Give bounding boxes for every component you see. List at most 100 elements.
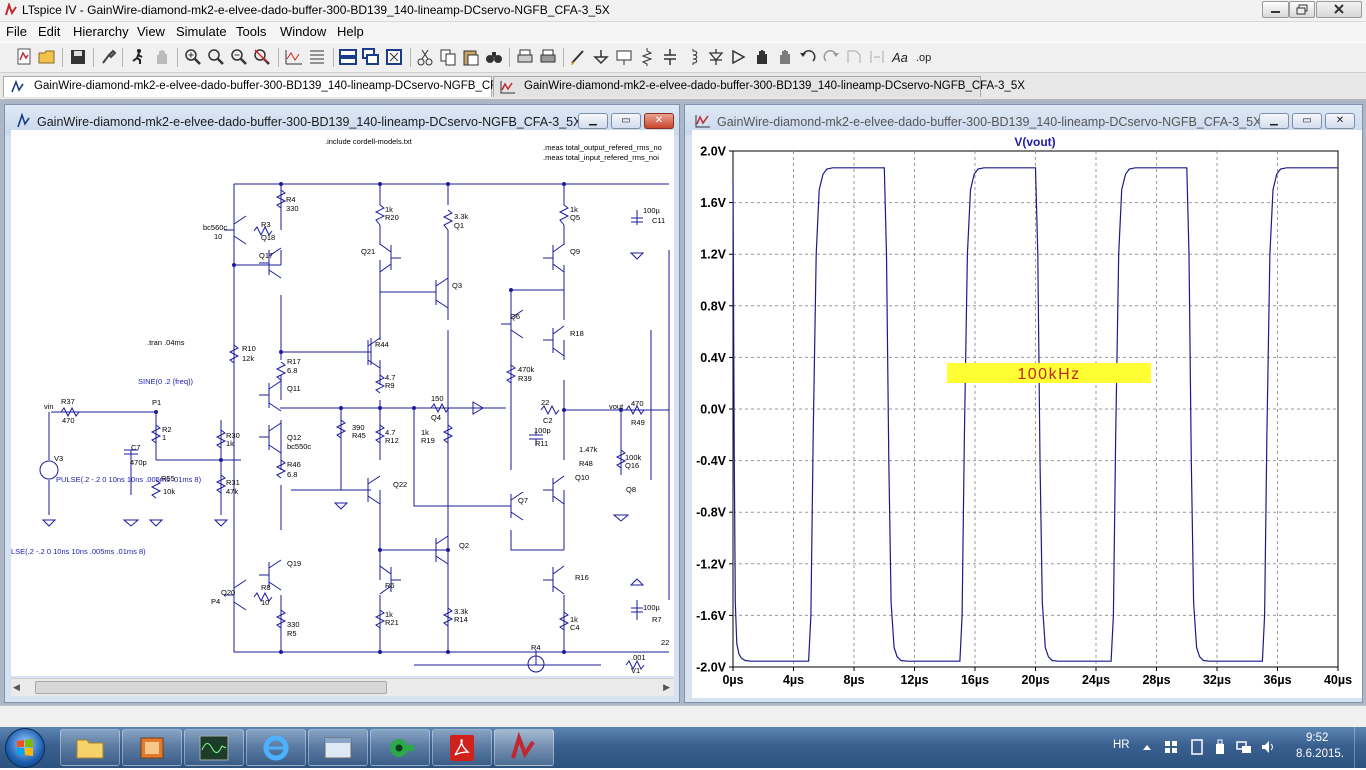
show-desktop-button[interactable]: [1354, 727, 1366, 768]
menu-edit[interactable]: Edit: [38, 24, 60, 39]
waveform-plot-pane[interactable]: 2.0V1.6V1.2V0.8V0.4V0.0V-0.4V-0.8V-1.2V-…: [692, 130, 1362, 698]
taskbar-ltspice[interactable]: [494, 729, 554, 766]
schematic-canvas[interactable]: .include cordell-models.txt.meas total_o…: [11, 130, 674, 676]
menu-tools[interactable]: Tools: [236, 24, 266, 39]
move-hand-icon[interactable]: [752, 47, 772, 67]
component-label: Q1: [454, 221, 464, 230]
volume-icon[interactable]: [1260, 739, 1276, 755]
tab-waveform[interactable]: GainWire-diamond-mk2-e-elvee-dado-buffer…: [493, 76, 981, 97]
label-net-icon[interactable]: [614, 47, 634, 67]
paste-icon[interactable]: [461, 47, 481, 67]
schematic-minimize-button[interactable]: ▁: [578, 113, 608, 129]
drag-hand-icon[interactable]: [775, 47, 795, 67]
waveform-minimize-button[interactable]: ▁: [1259, 113, 1289, 129]
find-icon[interactable]: [484, 47, 504, 67]
component-label: Q2: [459, 541, 469, 550]
taskbar-app-6[interactable]: [370, 729, 430, 766]
clock-date[interactable]: 8.6.2015.: [1296, 748, 1344, 760]
taskbar-app-2[interactable]: [122, 729, 182, 766]
schematic-drawing[interactable]: .include cordell-models.txt.meas total_o…: [11, 130, 674, 676]
taskbar-acrobat[interactable]: [432, 729, 492, 766]
y-axis-ticks: 2.0V1.6V1.2V0.8V0.4V0.0V-0.4V-0.8V-1.2V-…: [696, 145, 733, 675]
menu-window[interactable]: Window: [280, 24, 326, 39]
close-button[interactable]: [1316, 1, 1362, 18]
rotate-icon[interactable]: [844, 47, 864, 67]
clock-time[interactable]: 9:52: [1306, 732, 1328, 744]
restore-button[interactable]: [1289, 1, 1315, 18]
print-preview-icon[interactable]: [515, 47, 535, 67]
action-center-icon[interactable]: [1163, 739, 1179, 755]
schematic-horizontal-scrollbar[interactable]: ◀ ▶: [11, 678, 674, 696]
copy-icon[interactable]: [438, 47, 458, 67]
grid-icon[interactable]: [307, 47, 327, 67]
device-icon[interactable]: [1189, 739, 1205, 755]
schematic-maximize-button[interactable]: ▭: [611, 113, 641, 129]
taskbar-oscilloscope[interactable]: [184, 729, 244, 766]
component-icon[interactable]: [729, 47, 749, 67]
toolbar-separator: [122, 48, 123, 67]
component-label: vout: [609, 402, 624, 411]
usb-icon[interactable]: [1212, 739, 1228, 755]
zoom-fit-icon[interactable]: [252, 47, 272, 67]
taskbar-app-5[interactable]: [308, 729, 368, 766]
menu-view[interactable]: View: [137, 24, 165, 39]
run-icon[interactable]: [128, 47, 148, 67]
component-label: 100p: [534, 426, 551, 435]
zoom-in-icon[interactable]: [183, 47, 203, 67]
scroll-left-arrow[interactable]: ◀: [13, 682, 20, 693]
pan-icon[interactable]: [206, 47, 226, 67]
spice-directive-icon[interactable]: .op: [913, 47, 933, 67]
control-panel-icon[interactable]: [99, 47, 119, 67]
tab-schematic[interactable]: GainWire-diamond-mk2-e-elvee-dado-buffer…: [3, 76, 492, 97]
redo-icon[interactable]: [821, 47, 841, 67]
minimize-button[interactable]: [1262, 1, 1289, 18]
schematic-window-title: GainWire-diamond-mk2-e-elvee-dado-buffer…: [37, 115, 581, 129]
menu-help[interactable]: Help: [337, 24, 364, 39]
cut-icon[interactable]: [415, 47, 435, 67]
waveform-close-button[interactable]: ✕: [1325, 113, 1355, 129]
ground-icon[interactable]: [591, 47, 611, 67]
taskbar-internet-explorer[interactable]: [246, 729, 306, 766]
component-label: R12: [385, 436, 399, 445]
scroll-right-arrow[interactable]: ▶: [663, 682, 670, 693]
x-tick-label: 28µs: [1142, 673, 1170, 687]
waveform-chart[interactable]: 2.0V1.6V1.2V0.8V0.4V0.0V-0.4V-0.8V-1.2V-…: [692, 130, 1362, 698]
inductor-icon[interactable]: [683, 47, 703, 67]
menu-simulate[interactable]: Simulate: [176, 24, 227, 39]
resistor-icon[interactable]: [637, 47, 657, 67]
taskbar-explorer[interactable]: [60, 729, 120, 766]
component-label: R37: [61, 397, 75, 406]
undo-icon[interactable]: [798, 47, 818, 67]
waveform-maximize-button[interactable]: ▭: [1292, 113, 1322, 129]
capacitor-icon[interactable]: [660, 47, 680, 67]
tray-expand-icon[interactable]: [1142, 742, 1152, 752]
y-tick-label: 0.4V: [700, 351, 726, 365]
trace-title[interactable]: V(vout): [1014, 135, 1055, 149]
mirror-icon[interactable]: [867, 47, 887, 67]
start-button[interactable]: [5, 728, 45, 768]
zoom-out-icon[interactable]: [229, 47, 249, 67]
text-icon[interactable]: Aa: [890, 47, 910, 67]
scroll-thumb[interactable]: [35, 681, 387, 694]
open-icon[interactable]: [37, 47, 57, 67]
menu-hierarchy[interactable]: Hierarchy: [73, 24, 129, 39]
autorange-icon[interactable]: [284, 47, 304, 67]
component-label: R31: [226, 478, 240, 487]
new-schematic-icon[interactable]: [14, 47, 34, 67]
save-icon[interactable]: [68, 47, 88, 67]
network-icon[interactable]: [1236, 739, 1252, 755]
language-indicator[interactable]: HR: [1113, 739, 1130, 751]
cascade-icon[interactable]: [361, 47, 381, 67]
draw-wire-icon[interactable]: [568, 47, 588, 67]
component-label: 10k: [163, 487, 175, 496]
tile-horizontal-icon[interactable]: [338, 47, 358, 67]
print-icon[interactable]: [538, 47, 558, 67]
diode-icon[interactable]: [706, 47, 726, 67]
close-all-icon[interactable]: [384, 47, 404, 67]
component-label: R17: [287, 357, 301, 366]
component-label: 470k: [518, 365, 535, 374]
halt-icon[interactable]: [152, 47, 172, 67]
x-tick-label: 36µs: [1263, 673, 1291, 687]
schematic-close-button[interactable]: ✕: [644, 113, 674, 129]
menu-file[interactable]: File: [6, 24, 27, 39]
